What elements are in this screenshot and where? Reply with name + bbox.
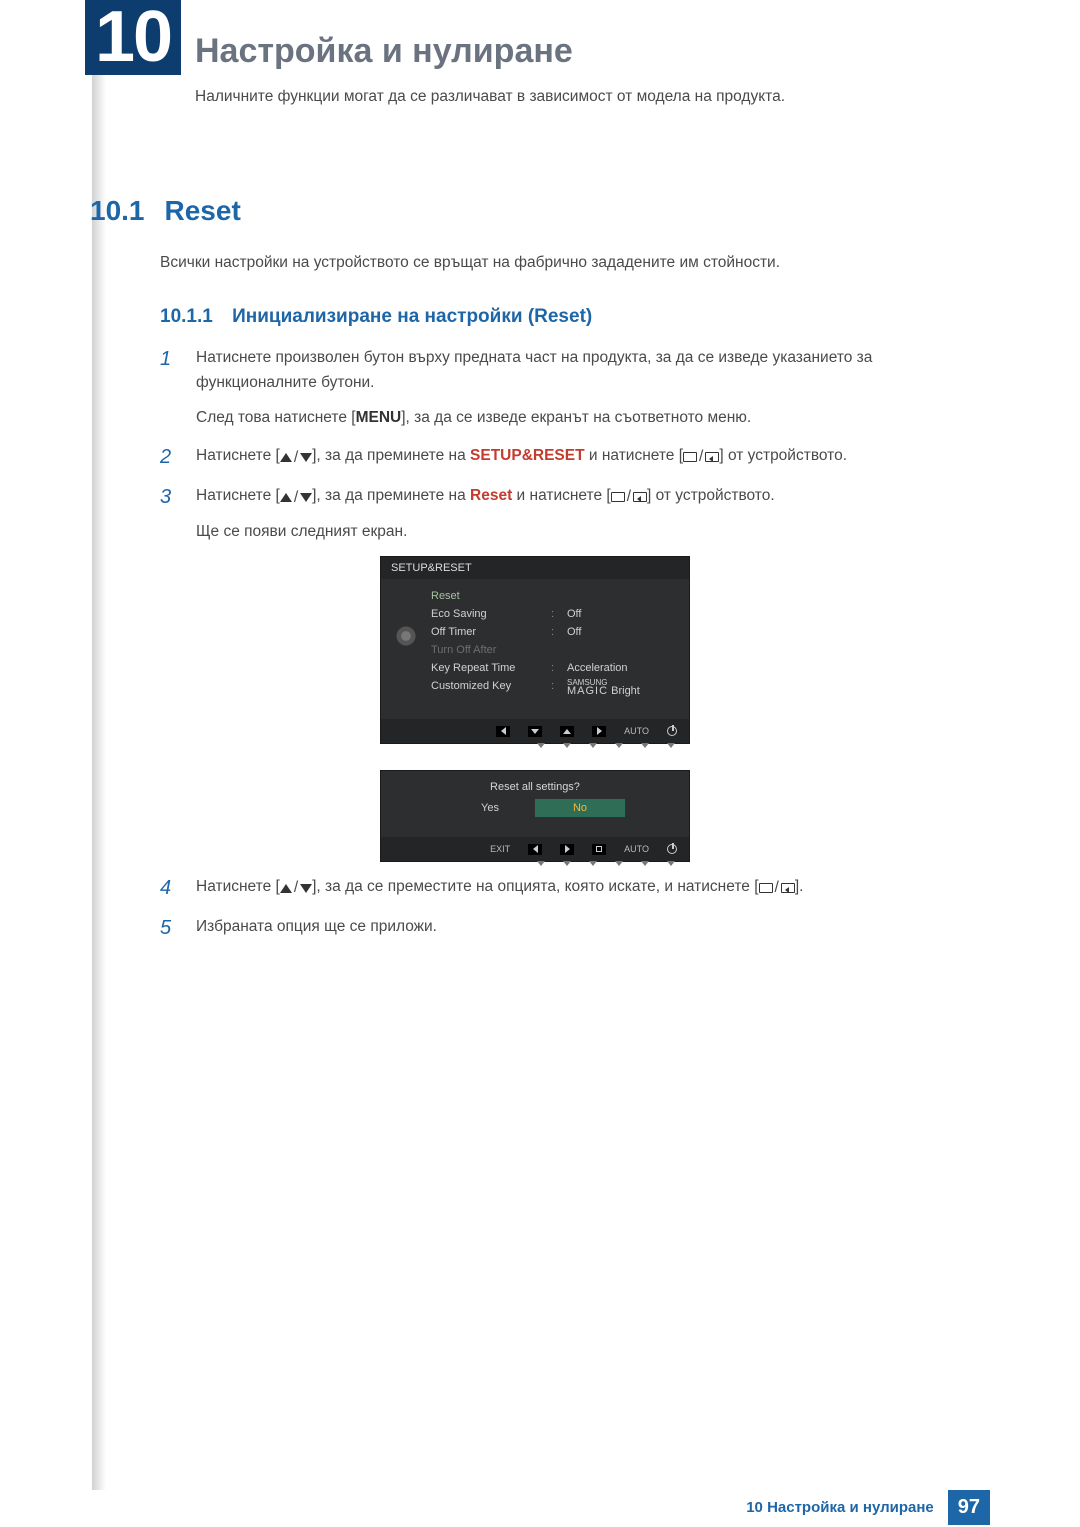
step-5: 5 Избраната опция ще се приложи. [160,915,960,941]
section-description: Всички настройки на устройството се връщ… [160,254,960,272]
chapter-title: Настройка и нулиране [195,32,573,71]
step-2: 2 Натиснете [/], за да преминете на SETU… [160,444,960,470]
page-footer: 10 Настройка и нулиране 97 [0,1487,1080,1527]
nav-auto-label: AUTO [624,726,649,736]
osd-navbar: EXIT AUTO [381,837,689,861]
osd-row: Off Timer:Off [431,623,679,641]
select-enter-icon: / [611,485,647,510]
subsection-title: Инициализиране на настройки (Reset) [232,306,592,327]
step-4: 4 Натиснете [/], за да се преместите на … [160,875,960,901]
gear-icon [395,625,417,647]
section-number: 10.1 [90,195,145,227]
nav-auto-label: AUTO [624,844,649,854]
step-text: Ще се появи следният екран. [196,520,775,545]
power-icon [667,726,677,736]
osd-row: Key Repeat Time:Acceleration [431,659,679,677]
step-3: 3 Натиснете [/], за да преминете на Rese… [160,484,960,545]
osd-setup-reset-screenshot: SETUP&RESET Reset Eco Saving:Off Off Tim… [380,556,690,744]
samsung-magic-label: SAMSUNGMAGIC [567,680,608,696]
step-number: 1 [160,346,178,430]
nav-left-icon [528,844,542,855]
menu-label: MENU [356,409,402,426]
footer-page-number: 97 [948,1490,990,1525]
setup-reset-label: SETUP&RESET [470,447,585,464]
select-enter-icon: / [759,876,795,901]
step-number: 5 [160,915,178,941]
osd-row: Reset [431,587,679,605]
osd-title: SETUP&RESET [381,557,689,579]
osd-row: Turn Off After [431,641,679,659]
section-title: Reset [165,195,241,227]
step-number: 3 [160,484,178,545]
step-text: Натиснете [/], за да се преместите на оп… [196,875,803,901]
nav-up-icon [560,726,574,737]
footer-chapter-label: 10 Настройка и нулиране [746,1499,934,1516]
up-down-icon: / [280,486,312,511]
up-down-icon: / [280,876,312,901]
up-down-icon: / [280,446,312,471]
subsection-heading: 10.1.1 Инициализиране на настройки (Rese… [160,306,592,328]
nav-exit-label: EXIT [490,844,510,854]
osd-no-button: No [535,799,625,817]
nav-right-icon [592,726,606,737]
osd-yes-button: Yes [445,799,535,817]
nav-enter-icon [592,844,606,855]
nav-left-icon [496,726,510,737]
osd-question: Reset all settings? [381,771,689,799]
nav-right-icon [560,844,574,855]
step-text: Натиснете [/], за да преминете на SETUP&… [196,444,847,470]
subsection-number: 10.1.1 [160,306,213,327]
step-text: Натиснете [/], за да преминете на Reset … [196,484,775,510]
step-text: Избраната опция ще се приложи. [196,915,437,941]
step-1: 1 Натиснете произволен бутон върху предн… [160,346,960,430]
section-heading: 10.1 Reset [90,195,241,227]
nav-down-icon [528,726,542,737]
step-text: След това натиснете [MENU], за да се изв… [196,406,960,431]
osd-row: Customized Key:SAMSUNGMAGIC Bright [431,677,679,700]
osd-navbar: AUTO [381,719,689,743]
power-icon [667,844,677,854]
reset-label: Reset [470,487,512,504]
step-text: Натиснете произволен бутон върху преднат… [196,346,960,396]
select-enter-icon: / [683,445,719,470]
chapter-note: Наличните функции могат да се различават… [195,88,785,106]
osd-row: Eco Saving:Off [431,605,679,623]
step-number: 4 [160,875,178,901]
osd-confirm-screenshot: Reset all settings? Yes No EXIT AUTO [380,770,690,862]
chapter-number-badge: 10 [85,0,181,75]
step-number: 2 [160,444,178,470]
